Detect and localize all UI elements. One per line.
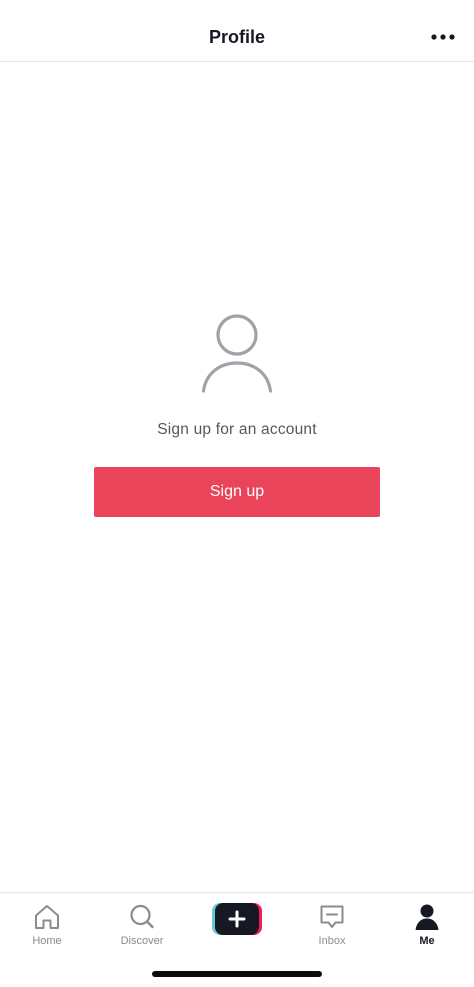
nav-label-home: Home [32,935,62,947]
signup-prompt-text: Sign up for an account [157,421,317,438]
top-bar: Profile [0,0,474,62]
page-title: Profile [208,27,265,47]
nav-item-inbox[interactable]: Inbox [292,899,372,947]
create-video-button[interactable] [212,903,262,935]
nav-label-me: Me [419,935,435,947]
nav-label-discover: Discover [120,935,164,947]
create-button-face [215,903,259,935]
nav-item-discover[interactable]: Discover [102,899,182,947]
nav-label-inbox: Inbox [318,935,346,947]
signup-empty-state: Sign up for an account Sign up [0,0,474,987]
signup-button[interactable]: Sign up [94,467,380,517]
inbox-icon [320,905,344,928]
more-horizontal-icon [431,34,455,40]
home-indicator[interactable] [152,971,322,977]
person-outline-icon [201,314,273,393]
nav-item-me[interactable]: Me [387,899,467,947]
person-icon [415,904,439,930]
plus-icon [228,910,246,928]
nav-item-home[interactable]: Home [7,899,87,947]
search-icon [130,904,154,929]
home-icon [35,905,59,929]
more-options-button[interactable] [428,26,458,48]
